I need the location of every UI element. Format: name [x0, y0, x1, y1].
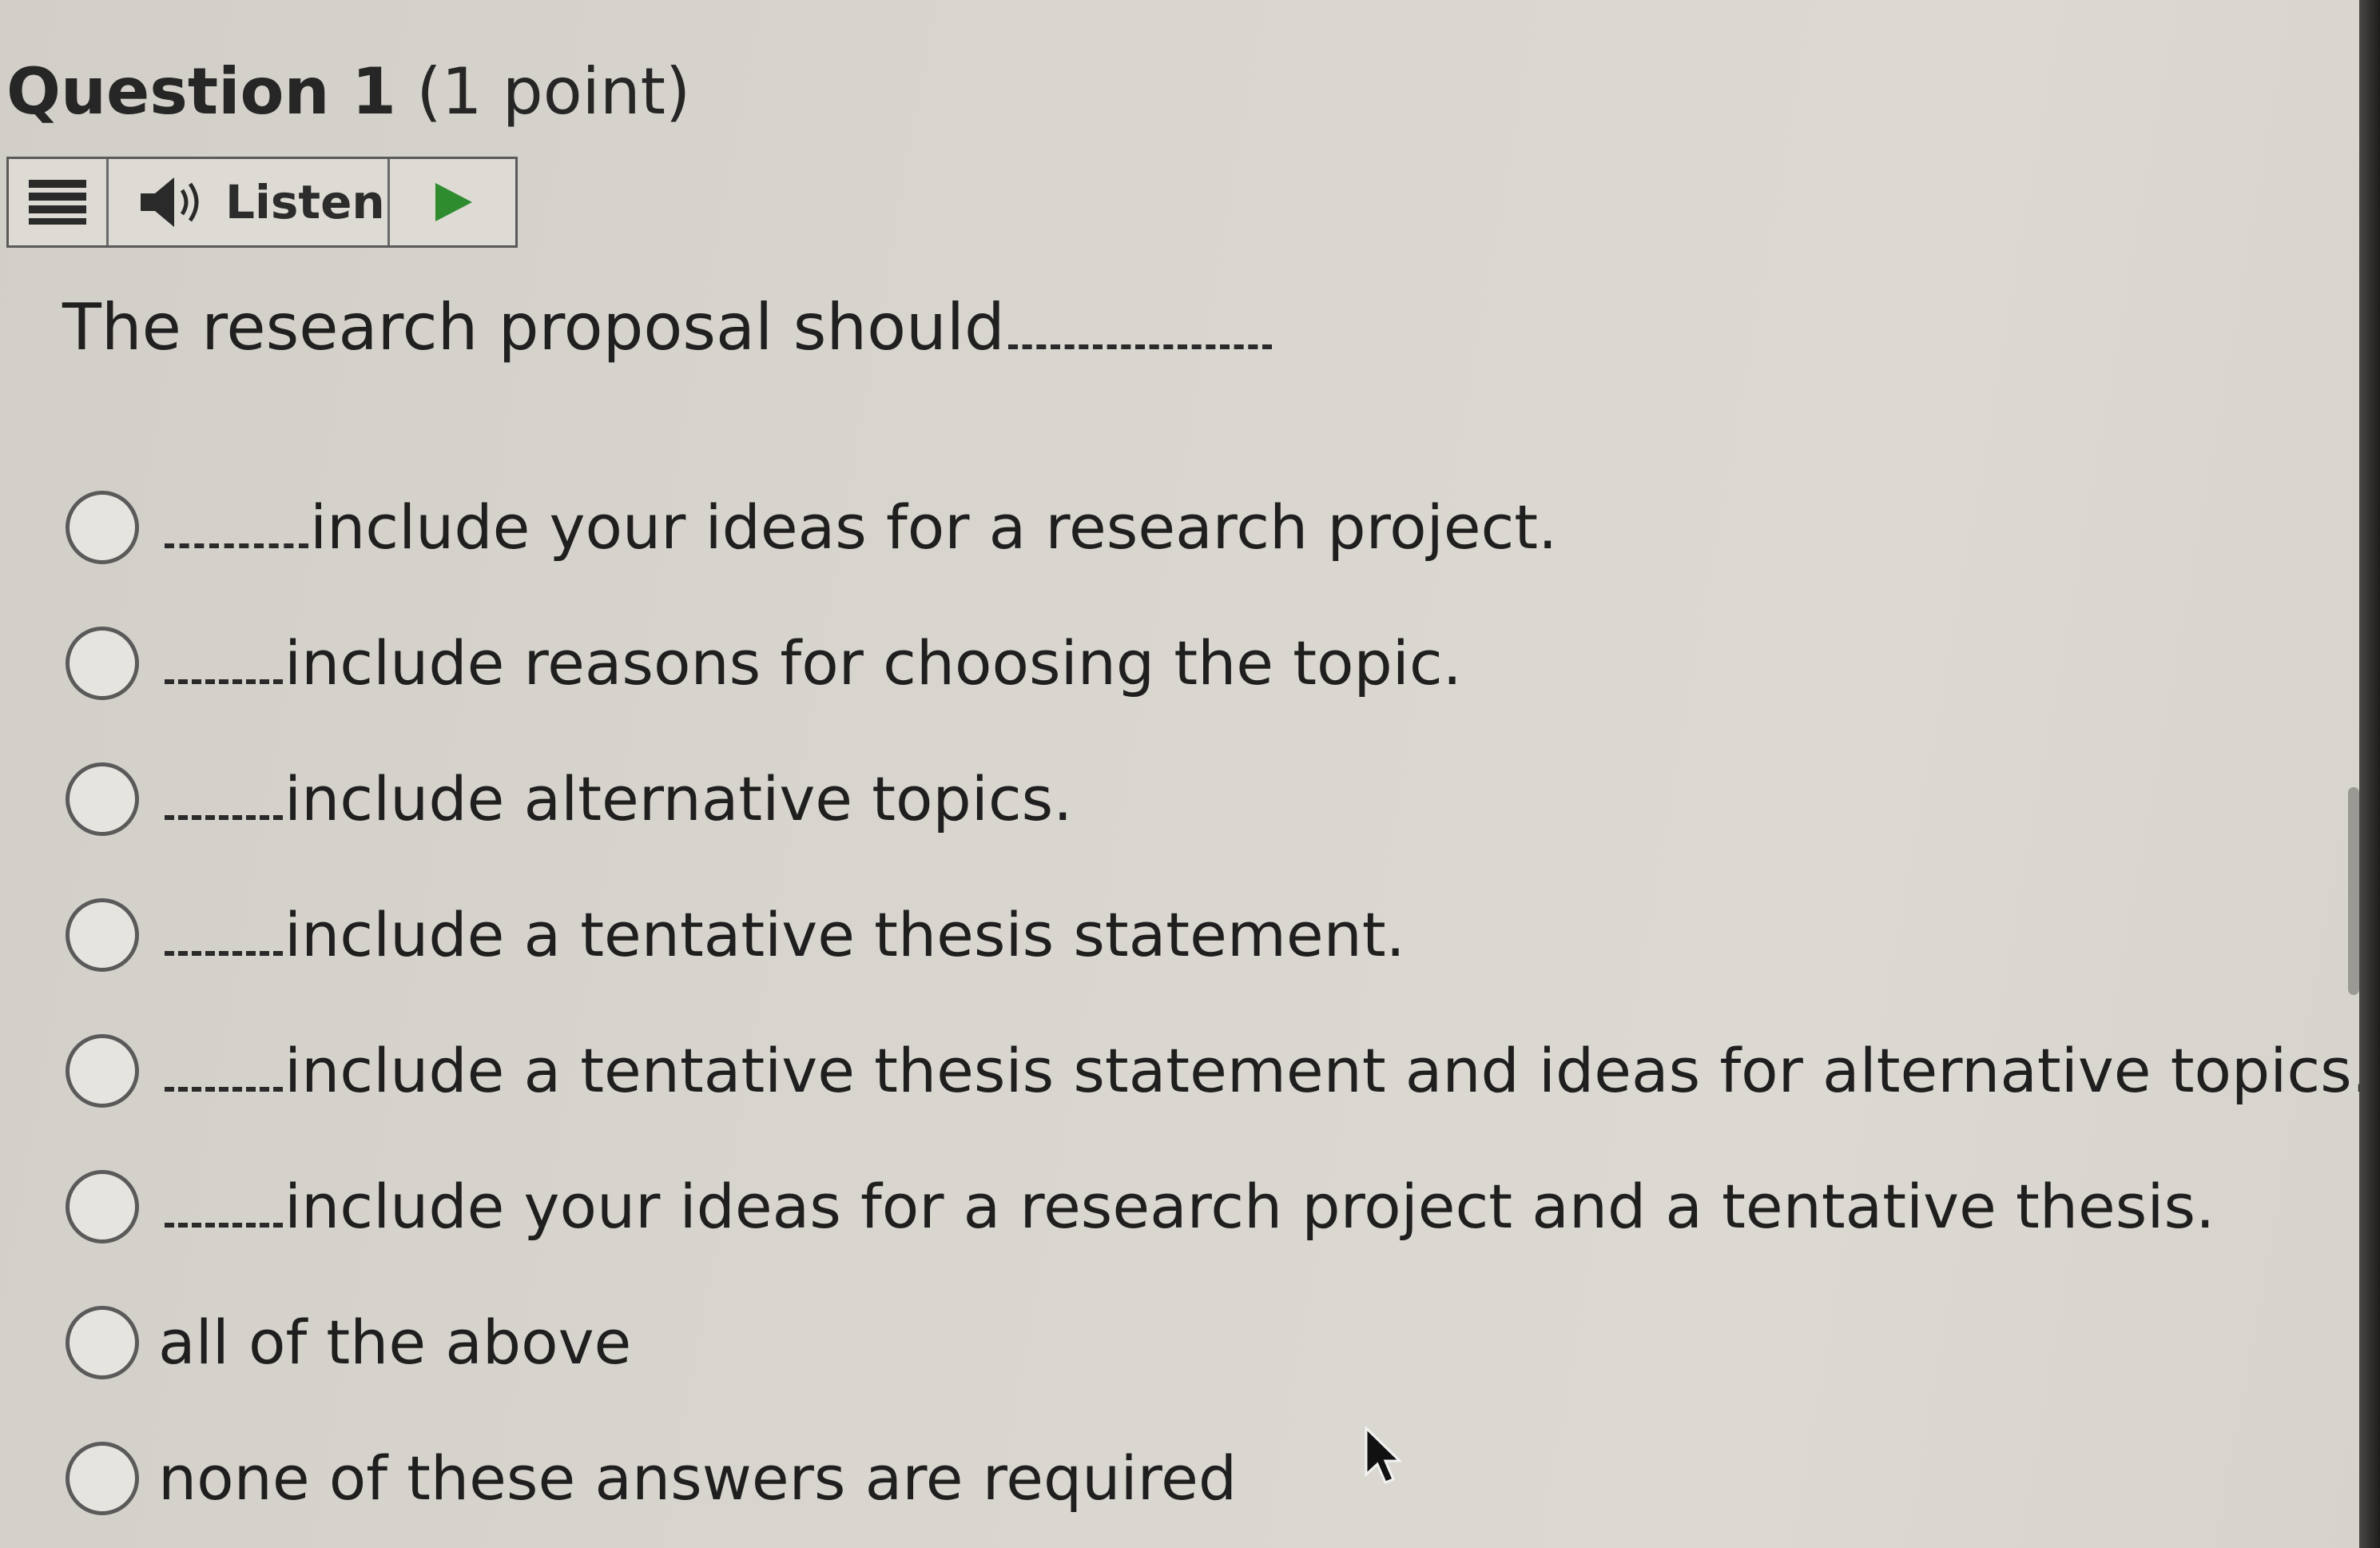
prompt-blank	[1007, 344, 1272, 349]
question-points: (1 point)	[416, 54, 691, 129]
prompt-text: The research proposal should	[62, 290, 1005, 364]
listen-button[interactable]: Listen	[109, 159, 390, 245]
answer-option[interactable]: include reasons for choosing the topic.	[66, 595, 2371, 731]
leading-blank	[165, 815, 283, 820]
toolbar-menu-button[interactable]	[9, 159, 109, 245]
radio-button[interactable]	[66, 491, 139, 564]
question-title: Question 1 (1 point)	[6, 48, 690, 136]
radio-button[interactable]	[66, 1306, 139, 1379]
mouse-pointer-icon	[1365, 1427, 1401, 1484]
answer-option[interactable]: all of the above	[66, 1275, 2371, 1411]
leading-blank	[165, 1087, 283, 1092]
answer-option-label: all of the above	[158, 1307, 632, 1378]
answer-option[interactable]: include a tentative thesis statement.	[66, 867, 2371, 1003]
radio-button[interactable]	[66, 1170, 139, 1244]
answer-option[interactable]: none of these answers are required	[66, 1411, 2371, 1546]
answer-option-label: include a tentative thesis statement and…	[165, 1031, 2371, 1111]
scrollbar-thumb[interactable]	[2348, 787, 2359, 995]
answer-option-label: include reasons for choosing the topic.	[165, 623, 1462, 703]
answer-option-label: include a tentative thesis statement.	[165, 895, 1405, 975]
radio-button[interactable]	[66, 1442, 139, 1515]
question-prompt: The research proposal should	[62, 284, 1272, 372]
speaker-icon	[141, 177, 199, 227]
read-aloud-toolbar: Listen	[6, 157, 518, 248]
quiz-page: Question 1 (1 point) Listen The research…	[0, 0, 2380, 1548]
screen-bezel	[2359, 0, 2380, 1548]
answer-option-label: include your ideas for a research projec…	[165, 487, 1557, 567]
question-number: Question 1	[6, 54, 396, 129]
play-icon	[435, 183, 472, 221]
hamburger-menu-icon	[29, 180, 86, 225]
answer-option[interactable]: include alternative topics.	[66, 731, 2371, 867]
answer-option[interactable]: include your ideas for a research projec…	[66, 1139, 2371, 1275]
leading-blank	[165, 951, 283, 956]
answer-option-label: none of these answers are required	[158, 1443, 1238, 1514]
leading-blank	[165, 679, 283, 684]
answer-option-label: include your ideas for a research projec…	[165, 1167, 2215, 1247]
leading-blank	[165, 543, 308, 548]
play-button[interactable]	[390, 159, 515, 245]
answer-option-label: include alternative topics.	[165, 759, 1072, 839]
radio-button[interactable]	[66, 1034, 139, 1108]
listen-label: Listen	[225, 175, 385, 229]
radio-button[interactable]	[66, 627, 139, 700]
answer-options: include your ideas for a research projec…	[66, 460, 2371, 1546]
leading-blank	[165, 1223, 283, 1228]
radio-button[interactable]	[66, 898, 139, 972]
radio-button[interactable]	[66, 762, 139, 836]
answer-option[interactable]: include a tentative thesis statement and…	[66, 1003, 2371, 1139]
answer-option[interactable]: include your ideas for a research projec…	[66, 460, 2371, 595]
